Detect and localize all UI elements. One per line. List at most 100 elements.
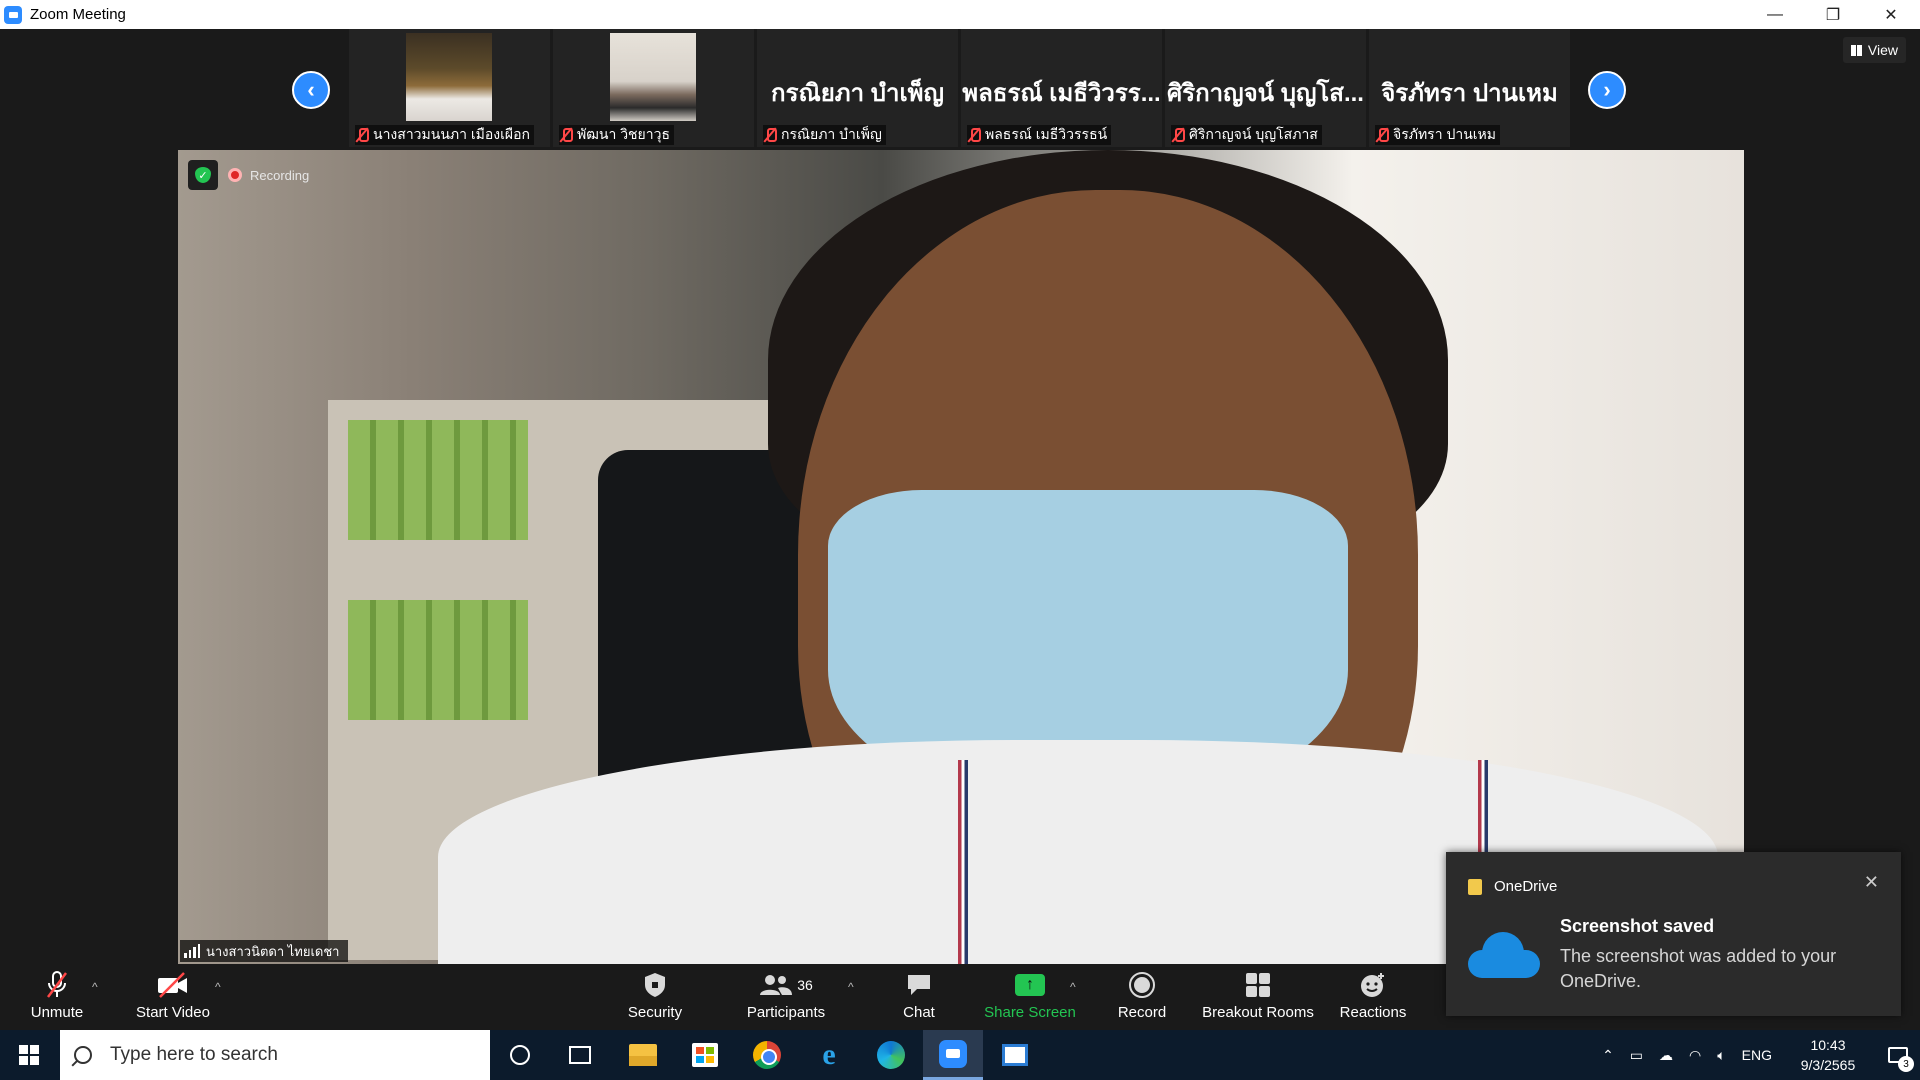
show-hidden-icons-chevron[interactable]: ⌃ [1602,1047,1614,1064]
record-button[interactable]: Record [1116,970,1168,1026]
share-options-caret[interactable]: ^ [1070,980,1076,994]
onedrive-small-icon [1468,878,1482,895]
participant-label: พัฒนา วิชยาวุธ [559,125,675,145]
video-off-icon [156,970,190,1000]
window-controls: — ❐ ✕ [1746,0,1920,29]
reactions-button[interactable]: Reactions [1340,970,1406,1026]
breakout-rooms-button[interactable]: Breakout Rooms [1202,970,1314,1026]
window-title: Zoom Meeting [30,6,126,23]
participant-name: นางสาวมนนภา เมืองเผือก [373,126,531,142]
mic-muted-icon [355,127,369,143]
app-window-taskbar-button[interactable] [985,1030,1045,1080]
wifi-icon[interactable]: ◠ [1689,1047,1701,1064]
start-button[interactable] [0,1030,58,1080]
onedrive-cloud-icon [1468,932,1540,978]
file-explorer-taskbar-button[interactable] [613,1030,673,1080]
security-button[interactable]: Security [624,970,686,1026]
participant-display-name: พลธรณ์ เมธีวิวรร... [962,80,1161,107]
participant-tile[interactable]: กรณิยภา บำเพ็ญ กรณิยภา บำเพ็ญ [757,29,958,147]
app-window-icon [1002,1044,1028,1066]
chat-bubble-icon [905,970,933,1000]
participant-name: พัฒนา วิชยาวุธ [577,126,671,142]
recording-label: Recording [250,167,310,183]
onedrive-tray-icon[interactable]: ☁ [1659,1047,1673,1064]
start-video-button[interactable]: Start Video [134,970,212,1026]
folder-icon [629,1044,657,1066]
notification-close-button[interactable]: ✕ [1864,872,1879,893]
edge-icon [877,1041,905,1069]
close-button[interactable]: ✕ [1862,0,1920,29]
chat-button[interactable]: Chat [896,970,942,1026]
video-binders [348,420,528,540]
onedrive-notification[interactable]: OneDrive ✕ Screenshot saved The screensh… [1446,852,1901,1016]
unmute-button[interactable]: Unmute [26,970,88,1026]
notification-app-name: OneDrive [1494,878,1558,895]
internet-explorer-icon: e [822,1038,836,1071]
participant-tile[interactable]: ศิริกาญจน์ บุญโส... ศิริกาญจน์ บุญโสภาส [1165,29,1366,147]
mic-muted-icon [559,127,573,143]
minimize-button[interactable]: — [1746,0,1804,29]
participant-tile[interactable]: พัฒนา วิชยาวุธ [553,29,754,147]
chrome-taskbar-button[interactable] [737,1030,797,1080]
encryption-shield-icon[interactable]: ✓ [188,160,218,190]
input-language[interactable]: ENG [1742,1047,1772,1063]
search-icon [74,1046,92,1064]
gallery-next-button[interactable]: › [1588,71,1626,109]
mic-muted-icon [1375,127,1389,143]
participant-tile[interactable]: จิรภัทรา ปานเหม จิรภัทรา ปานเหม [1369,29,1570,147]
record-icon [1128,970,1156,1000]
participants-options-caret[interactable]: ^ [848,980,854,994]
participant-name: กรณิยภา บำเพ็ญ [781,126,882,142]
audio-options-caret[interactable]: ^ [92,980,98,994]
reactions-smiley-icon [1359,970,1387,1000]
mic-muted-icon [763,127,777,143]
participant-label: พลธรณ์ เมธีวิวรรธน์ [967,125,1112,145]
view-button[interactable]: View [1842,37,1906,63]
speaker-name: นางสาวนิตดา ไทยเดชา [206,943,340,959]
video-options-caret[interactable]: ^ [215,980,221,994]
recording-indicator[interactable]: Recording [228,160,309,190]
taskbar-search-box[interactable]: Type here to search [60,1030,490,1080]
participant-tile[interactable]: นางสาวมนนภา เมืองเผือก [349,29,550,147]
participant-label: กรณิยภา บำเพ็ญ [763,125,886,145]
video-binders [348,600,528,720]
speaker-name-label: นางสาวนิตดา ไทยเดชา [180,940,348,962]
participant-video-thumbnail [610,33,696,121]
reactions-label: Reactions [1339,1004,1407,1021]
gallery-prev-button[interactable]: ‹ [292,71,330,109]
breakout-rooms-icon [1245,970,1271,1000]
participants-icon: 36 [759,970,813,1000]
record-label: Record [1117,1004,1167,1021]
clock-date: 9/3/2565 [1800,1057,1856,1073]
participant-label: นางสาวมนนภา เมืองเผือก [355,125,535,145]
task-view-icon [569,1046,591,1064]
battery-icon[interactable]: ▭ [1630,1047,1643,1064]
cortana-button[interactable] [490,1030,550,1080]
zoom-app-icon [4,5,22,24]
windows-logo-icon [19,1045,39,1065]
microphone-muted-icon [44,970,70,1000]
participant-video-thumbnail [406,33,492,121]
share-screen-button[interactable]: ↑ Share Screen [984,970,1076,1026]
shield-icon [643,970,667,1000]
participant-name: จิรภัทรา ปานเหม [1393,126,1497,142]
internet-explorer-taskbar-button[interactable]: e [799,1030,859,1080]
edge-taskbar-button[interactable] [861,1030,921,1080]
participant-display-name: จิรภัทรา ปานเหม [1381,80,1558,107]
store-icon [692,1043,718,1067]
task-view-button[interactable] [550,1030,610,1080]
store-taskbar-button[interactable] [675,1030,735,1080]
action-center-button[interactable]: 3 [1876,1030,1920,1080]
participants-button[interactable]: 36 Participants [744,970,828,1026]
zoom-taskbar-button[interactable] [923,1030,983,1080]
notification-count-badge: 3 [1898,1056,1914,1072]
video-shirt-stripe [958,760,968,964]
restore-button[interactable]: ❐ [1804,0,1862,29]
taskbar-clock[interactable]: 10:43 9/3/2565 [1788,1035,1868,1075]
participant-tile[interactable]: พลธรณ์ เมธีวิวรร... พลธรณ์ เมธีวิวรรธน์ [961,29,1162,147]
volume-icon[interactable]: 🔈︎ [1717,1047,1725,1064]
title-bar: Zoom Meeting — ❐ ✕ [0,0,1920,29]
participants-label: Participants [746,1004,826,1021]
system-tray: ⌃ ▭ ☁ ◠ 🔈︎ ENG 10:43 9/3/2565 3 [1594,1030,1920,1080]
clock-time: 10:43 [1810,1037,1846,1053]
